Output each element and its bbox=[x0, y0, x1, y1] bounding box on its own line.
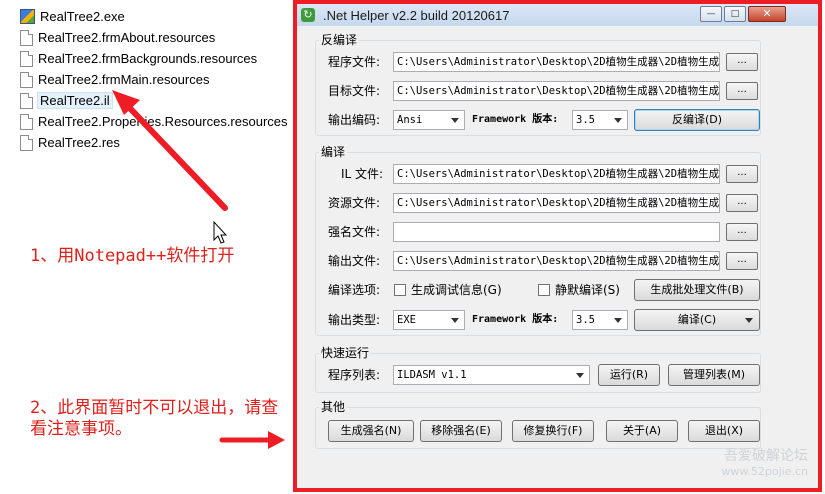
program-file-field[interactable]: C:\Users\Administrator\Desktop\2D植物生成器\2… bbox=[393, 52, 720, 72]
target-file-field[interactable]: C:\Users\Administrator\Desktop\2D植物生成器\2… bbox=[393, 81, 720, 101]
output-file-label: 输出文件: bbox=[328, 254, 381, 268]
exit-button[interactable]: 退出(X) bbox=[688, 420, 760, 442]
compile-group: 编译 IL 文件: C:\Users\Administrator\Desktop… bbox=[315, 144, 761, 336]
generate-strongname-button[interactable]: 生成强名(N) bbox=[328, 420, 414, 442]
quickrun-group: 快速运行 程序列表: ILDASM v1.1 运行(R) 管理列表(M) bbox=[315, 345, 761, 393]
silent-compile-label: 静默编译(S) bbox=[555, 283, 620, 297]
program-list-select[interactable]: ILDASM v1.1 bbox=[393, 365, 590, 385]
app-icon: ↻ bbox=[301, 8, 315, 22]
compile-button[interactable]: 编译(C) bbox=[634, 309, 760, 331]
compile-framework-select[interactable]: 3.5 bbox=[572, 310, 628, 330]
remove-strongname-button[interactable]: 移除强名(E) bbox=[420, 420, 502, 442]
batch-file-button[interactable]: 生成批处理文件(B) bbox=[634, 279, 760, 301]
il-file-label: IL 文件: bbox=[341, 167, 384, 181]
decompile-button[interactable]: 反编译(D) bbox=[634, 109, 760, 131]
annotation-note-1: 1、用Notepad++软件打开 bbox=[30, 246, 235, 266]
encoding-select[interactable]: Ansi bbox=[393, 110, 465, 130]
quickrun-group-title: 快速运行 bbox=[319, 345, 372, 361]
strongname-file-field[interactable] bbox=[393, 222, 720, 242]
arrow-to-il-file bbox=[122, 100, 228, 211]
manage-list-button[interactable]: 管理列表(M) bbox=[668, 364, 760, 386]
encoding-label: 输出编码: bbox=[328, 113, 381, 127]
about-button[interactable]: 关于(A) bbox=[606, 420, 678, 442]
strongname-browse-button[interactable]: ... bbox=[726, 223, 758, 241]
resource-file-label: 资源文件: bbox=[328, 196, 381, 210]
run-button[interactable]: 运行(R) bbox=[598, 364, 660, 386]
decompile-framework-select[interactable]: 3.5 bbox=[572, 110, 628, 130]
other-group: 其他 生成强名(N) 移除强名(E) 修复换行(F) 关于(A) 退出(X) bbox=[315, 399, 761, 449]
checkbox-box[interactable] bbox=[394, 284, 406, 296]
il-browse-button[interactable]: ... bbox=[726, 165, 758, 183]
output-type-select[interactable]: EXE bbox=[393, 310, 465, 330]
watermark-line-1: 吾爱破解论坛 bbox=[724, 448, 808, 464]
target-browse-button[interactable]: ... bbox=[726, 82, 758, 100]
close-button[interactable]: ✕ bbox=[748, 6, 786, 22]
compile-options-label: 编译选项: bbox=[328, 283, 381, 297]
compile-group-title: 编译 bbox=[319, 144, 348, 160]
checkbox-box[interactable] bbox=[538, 284, 550, 296]
silent-compile-checkbox[interactable]: 静默编译(S) bbox=[538, 282, 620, 298]
net-helper-window: ↻ .Net Helper v2.2 build 20120617 — □ ✕ … bbox=[293, 0, 822, 492]
title-bar[interactable]: ↻ .Net Helper v2.2 build 20120617 — □ ✕ bbox=[297, 4, 818, 26]
fix-newline-button[interactable]: 修复换行(F) bbox=[512, 420, 594, 442]
decompile-group-title: 反编译 bbox=[319, 32, 360, 48]
window-title: .Net Helper v2.2 build 20120617 bbox=[323, 7, 510, 23]
maximize-button[interactable]: □ bbox=[724, 6, 746, 22]
debug-info-checkbox[interactable]: 生成调试信息(G) bbox=[394, 282, 502, 298]
watermark: 吾爱破解论坛 www.52pojie.cn bbox=[721, 445, 808, 478]
minimize-button[interactable]: — bbox=[700, 6, 722, 22]
other-group-title: 其他 bbox=[319, 399, 348, 415]
compile-framework-label: Framework 版本: bbox=[472, 314, 559, 325]
il-file-field[interactable]: C:\Users\Administrator\Desktop\2D植物生成器\2… bbox=[393, 164, 720, 184]
annotation-note-2: 2、此界面暂时不可以退出，请查看注意事项。 bbox=[30, 398, 279, 439]
program-file-label: 程序文件: bbox=[328, 55, 381, 69]
output-browse-button[interactable]: ... bbox=[726, 252, 758, 270]
strongname-file-label: 强名文件: bbox=[328, 225, 381, 239]
debug-info-label: 生成调试信息(G) bbox=[411, 283, 502, 297]
decompile-framework-label: Framework 版本: bbox=[472, 114, 559, 125]
resource-file-field[interactable]: C:\Users\Administrator\Desktop\2D植物生成器\2… bbox=[393, 193, 720, 213]
target-file-label: 目标文件: bbox=[328, 84, 381, 98]
resource-browse-button[interactable]: ... bbox=[726, 194, 758, 212]
watermark-line-2: www.52pojie.cn bbox=[721, 465, 808, 478]
program-list-label: 程序列表: bbox=[328, 368, 381, 382]
program-browse-button[interactable]: ... bbox=[726, 53, 758, 71]
output-type-label: 输出类型: bbox=[328, 313, 381, 327]
output-file-field[interactable]: C:\Users\Administrator\Desktop\2D植物生成器\2… bbox=[393, 251, 720, 271]
mouse-cursor-icon bbox=[213, 220, 228, 244]
decompile-group: 反编译 程序文件: C:\Users\Administrator\Desktop… bbox=[315, 32, 761, 136]
